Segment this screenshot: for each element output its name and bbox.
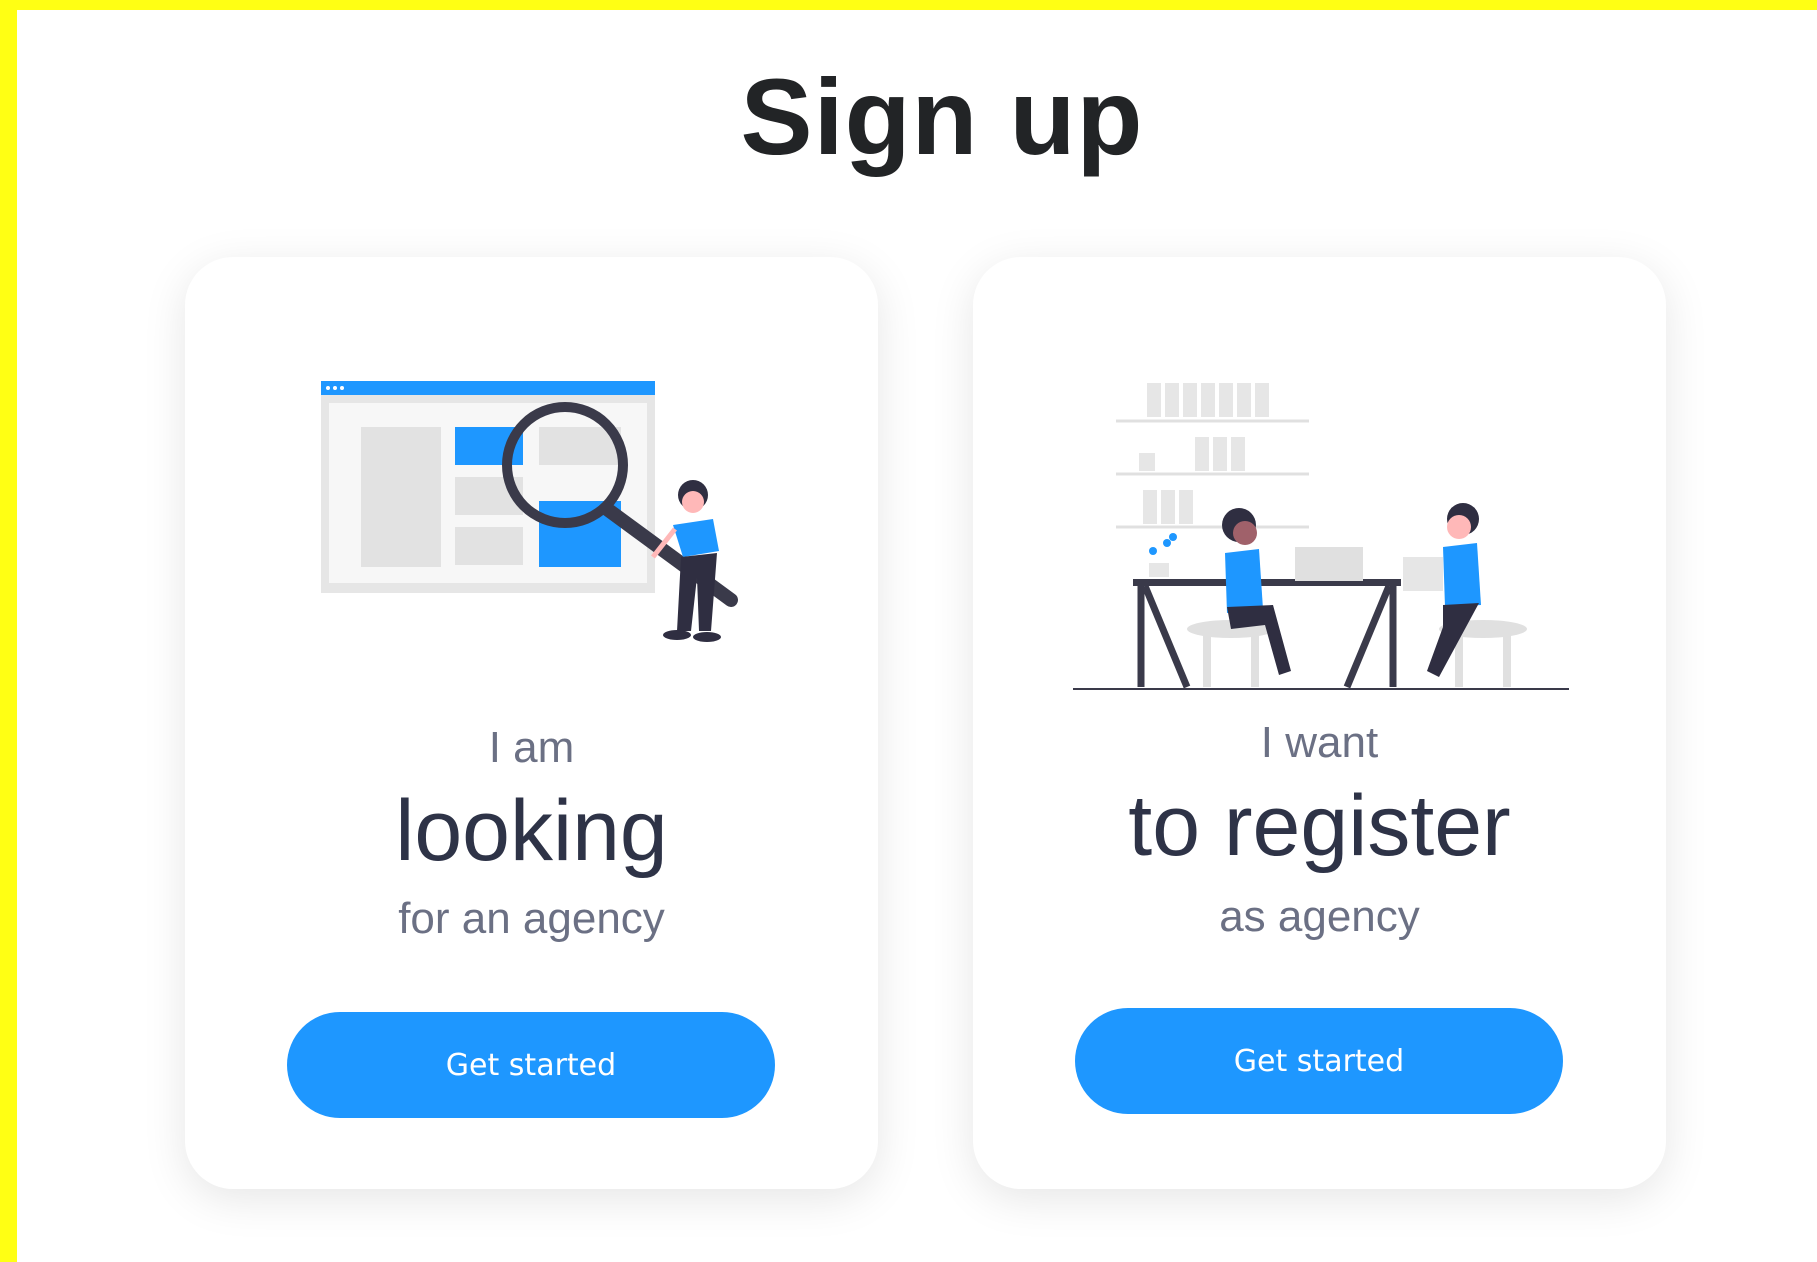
card-headline: looking <box>395 783 668 879</box>
card-line-3: for an agency <box>398 894 665 943</box>
team-desk-illustration <box>1073 383 1569 690</box>
card-line-1: I am <box>488 723 575 772</box>
search-person-illustration <box>321 381 738 642</box>
card-looking-for-agency: I am looking for an agency Get started <box>185 257 878 1189</box>
card-register-as-agency: I want to register as agency Get started <box>973 257 1666 1189</box>
card-line-3: as agency <box>1219 892 1420 941</box>
get-started-button[interactable]: Get started <box>287 1012 775 1118</box>
card-line-1: I want <box>1260 718 1379 767</box>
page: Sign up I am looking for an agency Get s… <box>17 10 1817 1262</box>
card-headline: to register <box>1128 778 1511 874</box>
get-started-button[interactable]: Get started <box>1075 1008 1563 1114</box>
page-title: Sign up <box>740 56 1144 177</box>
